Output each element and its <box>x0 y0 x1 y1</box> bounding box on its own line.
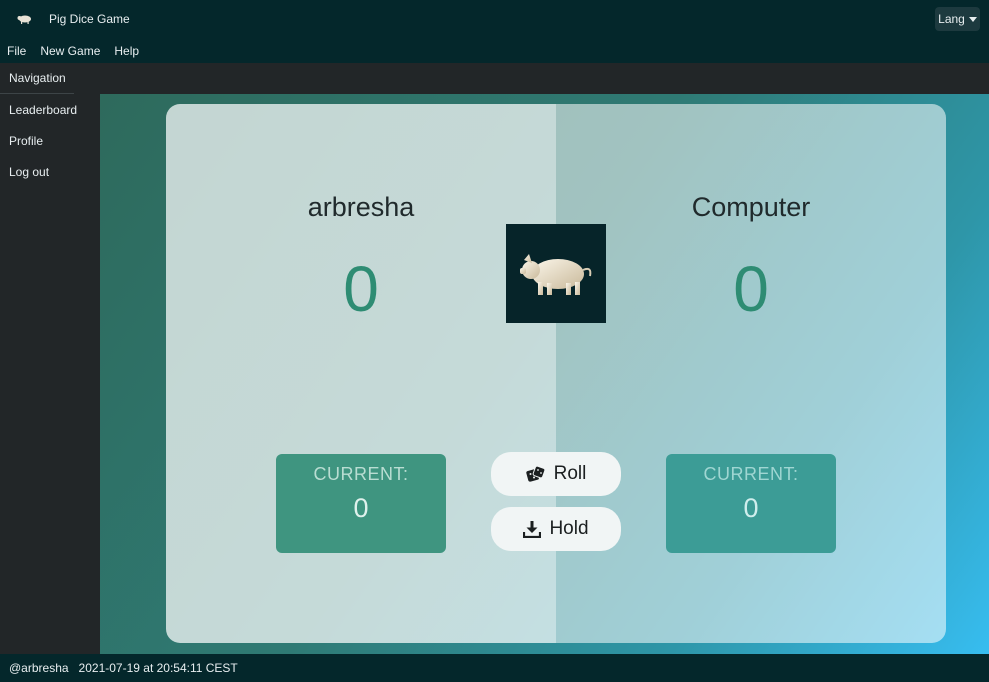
player2-current-label: CURRENT: <box>703 464 799 484</box>
player2-current-value: 0 <box>743 493 759 523</box>
game-board: arbresha 0 CURRENT: 0 Computer 0 CURRENT… <box>166 104 946 643</box>
player1-current-label: CURRENT: <box>313 464 409 484</box>
status-user: @arbresha <box>9 661 69 675</box>
menu-bar: File New Game Help <box>0 38 989 63</box>
game-area: arbresha 0 CURRENT: 0 Computer 0 CURRENT… <box>100 94 989 654</box>
status-bar: @arbresha 2021-07-19 at 20:54:11 CEST <box>0 654 989 682</box>
player1-panel: arbresha 0 CURRENT: 0 <box>166 104 556 643</box>
dice-icon <box>525 465 545 482</box>
player1-current-box: CURRENT: 0 <box>276 454 446 553</box>
player1-name: arbresha <box>307 192 415 222</box>
status-timestamp: 2021-07-19 at 20:54:11 CEST <box>78 661 238 675</box>
sidebar-item-profile[interactable]: Profile <box>0 126 100 157</box>
menu-new-game[interactable]: New Game <box>33 44 107 58</box>
language-label: Lang <box>938 12 965 26</box>
sidebar-header: Navigation <box>0 63 74 94</box>
pig-icon <box>17 15 31 24</box>
player2-panel: Computer 0 CURRENT: 0 <box>556 104 946 643</box>
player1-current-value: 0 <box>353 493 369 523</box>
roll-button[interactable]: Roll <box>491 452 621 496</box>
menu-file[interactable]: File <box>0 44 33 58</box>
pig-icon <box>520 253 592 295</box>
roll-label: Roll <box>553 463 587 484</box>
player1-score: 0 <box>343 253 379 325</box>
sidebar-item-leaderboard[interactable]: Leaderboard <box>0 95 100 126</box>
player2-name: Computer <box>691 192 811 222</box>
caret-down-icon <box>968 16 977 22</box>
sidebar: Navigation Leaderboard Profile Log out <box>0 63 100 654</box>
pig-logo <box>506 224 606 323</box>
content-header-strip <box>100 63 989 94</box>
language-dropdown[interactable]: Lang <box>935 7 980 31</box>
menu-help[interactable]: Help <box>107 44 146 58</box>
hold-label: Hold <box>549 518 589 539</box>
title-bar: Pig Dice Game Lang <box>0 0 989 38</box>
player2-current-box: CURRENT: 0 <box>666 454 836 553</box>
window-title: Pig Dice Game <box>49 12 130 26</box>
hold-button[interactable]: Hold <box>491 507 621 551</box>
player2-score: 0 <box>733 253 769 325</box>
sidebar-item-logout[interactable]: Log out <box>0 157 100 188</box>
download-icon <box>523 521 542 538</box>
